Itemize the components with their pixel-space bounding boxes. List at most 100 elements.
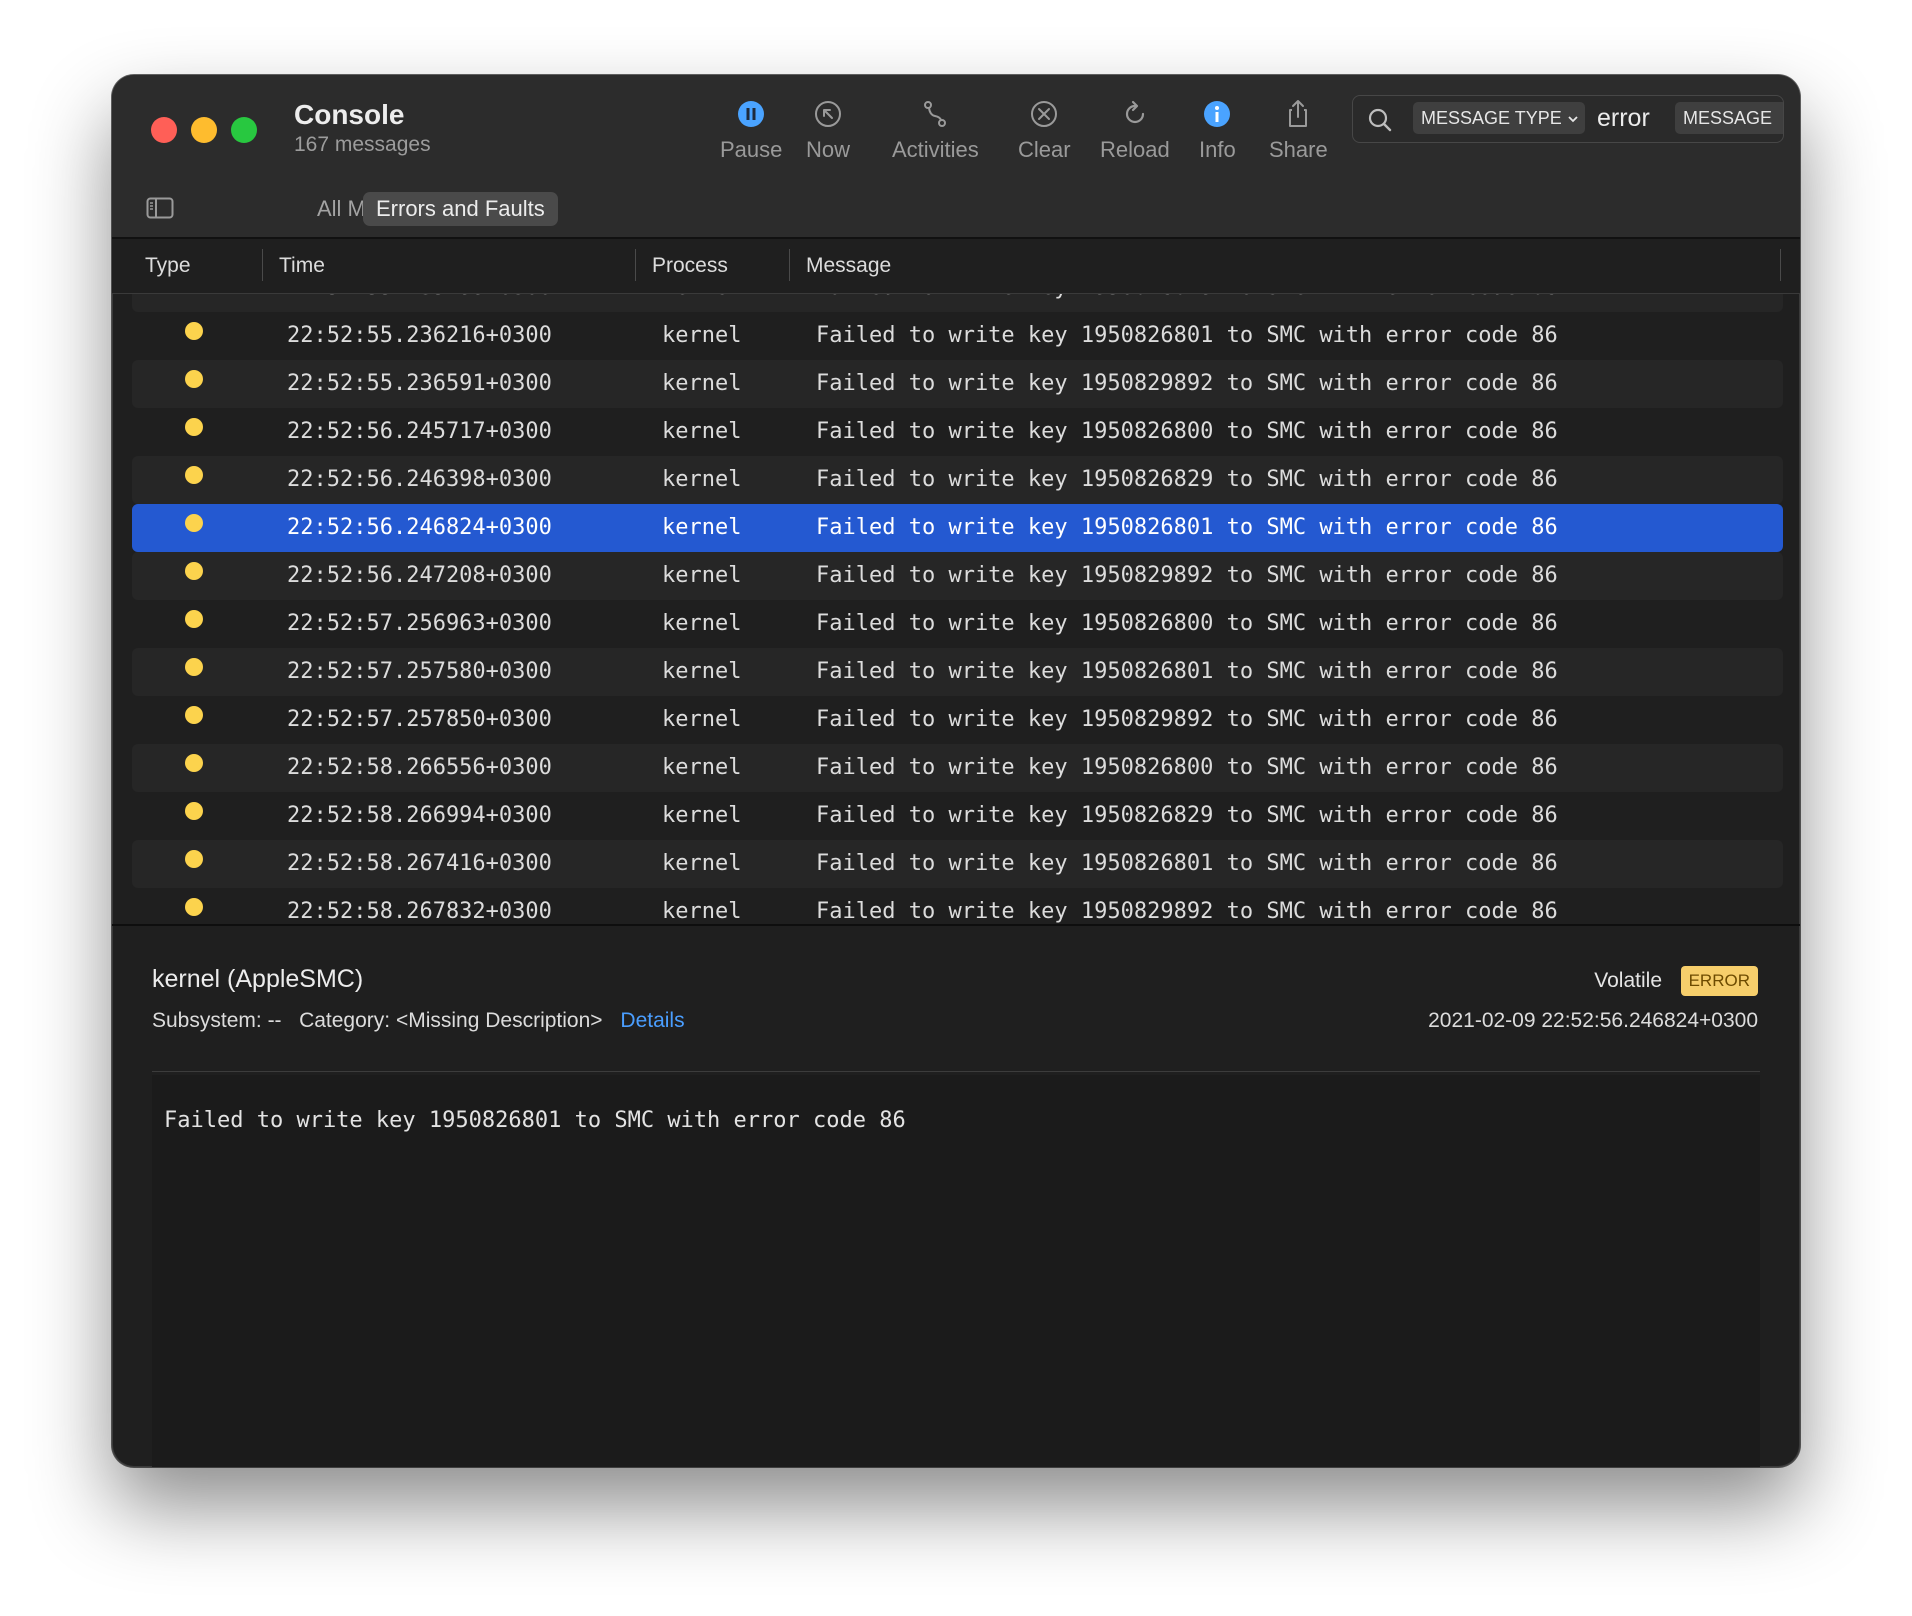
now-button[interactable]: Now <box>806 97 850 163</box>
share-label: Share <box>1269 137 1328 162</box>
category-value: <Missing Description> <box>395 1009 603 1032</box>
table-row[interactable]: 22:52:58.266994+0300 kernel Failed to writ… <box>132 792 1783 840</box>
row-message: Failed to write key 1950826800 to SMC wi… <box>816 611 1558 636</box>
minimize-button[interactable] <box>191 117 217 143</box>
now-icon <box>815 101 841 127</box>
column-message[interactable]: Message <box>806 239 891 293</box>
info-icon <box>1204 101 1231 127</box>
row-process: kernel <box>662 294 741 312</box>
error-badge: ERROR <box>1680 966 1758 996</box>
close-button[interactable] <box>151 117 177 143</box>
table-row[interactable]: 22:52:55.236216+0300 kernel Failed to writ… <box>132 312 1783 360</box>
row-time: 22:52:57.257580+0300 <box>287 659 552 684</box>
row-message: Failed to write key 1950826829 to SMC wi… <box>816 803 1558 828</box>
subsystem-label: Subsystem: <box>152 1009 262 1032</box>
row-time: 22:52:58.267416+0300 <box>287 851 552 876</box>
clear-icon <box>1031 101 1058 127</box>
message-type-token[interactable]: MESSAGE TYPE <box>1413 102 1585 134</box>
reload-label: Reload <box>1100 137 1170 162</box>
row-process: kernel <box>662 851 742 876</box>
table-row[interactable]: 22:52:57.256963+0300 kernel Failed to writ… <box>132 600 1783 648</box>
error-dot <box>185 850 203 868</box>
row-time: 22:52:57.256963+0300 <box>287 611 552 636</box>
message-list[interactable]: 22:52:55.235799+0300 kernel Failed to writ… <box>132 294 1783 924</box>
message-token[interactable]: MESSAGE <box>1675 102 1783 134</box>
table-row[interactable]: 22:52:55.235799+0300 kernel Failed to writ… <box>132 294 1783 312</box>
search-field[interactable]: MESSAGE TYPE error MESSAGE <box>1352 95 1784 143</box>
sidebar-icon[interactable] <box>146 196 174 220</box>
pause-label: Pause <box>720 137 783 162</box>
chevron-down-icon <box>1568 116 1578 123</box>
detail-title: kernel (AppleSMC) <box>152 965 364 993</box>
share-button[interactable]: Share <box>1269 97 1328 163</box>
table-row[interactable]: 22:52:58.266556+0300 kernel Failed to writ… <box>132 744 1783 792</box>
activities-button[interactable]: Activities <box>892 97 979 163</box>
table-row[interactable]: 22:52:58.267416+0300 kernel Failed to writ… <box>132 840 1783 888</box>
volatile-label: Volatile <box>1594 969 1662 992</box>
split-divider[interactable] <box>112 924 1800 926</box>
search-icon <box>1368 108 1392 132</box>
column-time[interactable]: Time <box>279 239 325 293</box>
row-time: 22:52:56.247208+0300 <box>287 563 552 588</box>
column-header: Type Time Process Message <box>112 239 1800 294</box>
table-row[interactable]: 22:52:56.246398+0300 kernel Failed to writ… <box>132 456 1783 504</box>
table-row-selected[interactable]: 22:52:56.246824+0300 kernel Failed to writ… <box>132 504 1783 552</box>
row-message: Failed to write key 1950826801 to SMC wi… <box>816 851 1558 876</box>
titlebar: Console 167 messages Pause Now Activitie… <box>112 75 1800 181</box>
row-time: 22:52:56.245717+0300 <box>287 419 552 444</box>
row-time: 22:52:56.246398+0300 <box>287 467 552 492</box>
details-link[interactable]: Details <box>620 1009 684 1032</box>
search-value[interactable]: error <box>1597 102 1650 134</box>
row-process: kernel <box>662 323 742 348</box>
table-row[interactable]: 22:52:55.236591+0300 kernel Failed to writ… <box>132 360 1783 408</box>
zoom-button[interactable] <box>231 117 257 143</box>
table-row[interactable]: 22:52:58.267832+0300 kernel Failed to writ… <box>132 888 1783 924</box>
error-dot <box>185 754 203 772</box>
clear-button[interactable]: Clear <box>1018 97 1071 163</box>
row-message: Failed to write key 1950829892 to SMC wi… <box>816 371 1558 396</box>
tab-errors-and-faults[interactable]: Errors and Faults <box>363 192 558 226</box>
error-dot <box>185 898 203 916</box>
message-count: 167 messages <box>294 133 431 156</box>
error-dot <box>185 610 203 628</box>
row-message: Failed to write key 1950826829 to SMC wi… <box>816 467 1558 492</box>
row-time: 22:52:58.266994+0300 <box>287 803 552 828</box>
activities-icon <box>924 101 947 127</box>
reload-button[interactable]: Reload <box>1100 97 1170 163</box>
error-dot <box>185 658 203 676</box>
pause-button[interactable]: Pause <box>720 97 782 163</box>
detail-divider <box>152 1071 1760 1072</box>
detail-meta: Subsystem: -- Category: <Missing Descrip… <box>152 1009 685 1033</box>
activities-label: Activities <box>892 137 979 162</box>
column-separator[interactable] <box>1780 249 1781 281</box>
error-dot <box>185 322 203 340</box>
row-process: kernel <box>662 611 742 636</box>
row-time: 22:52:56.246824+0300 <box>287 515 552 540</box>
row-process: kernel <box>662 899 742 924</box>
column-separator[interactable] <box>635 249 636 281</box>
row-time: 22:52:55.235799+0300 <box>287 294 552 312</box>
error-dot <box>185 706 203 724</box>
table-row[interactable]: 22:52:57.257580+0300 kernel Failed to writ… <box>132 648 1783 696</box>
info-button[interactable]: Info <box>1199 97 1236 163</box>
row-process: kernel <box>662 515 742 540</box>
column-type[interactable]: Type <box>145 239 191 293</box>
table-row[interactable]: 22:52:56.247208+0300 kernel Failed to writ… <box>132 552 1783 600</box>
column-process[interactable]: Process <box>652 239 728 293</box>
row-message: Failed to write key 1950829892 to SMC wi… <box>816 563 1558 588</box>
row-process: kernel <box>662 755 742 780</box>
category-label: Category: <box>299 1009 391 1032</box>
table-row[interactable]: 22:52:57.257850+0300 kernel Failed to writ… <box>132 696 1783 744</box>
now-label: Now <box>806 137 851 162</box>
column-separator[interactable] <box>789 249 790 281</box>
row-time: 22:52:57.257850+0300 <box>287 707 552 732</box>
row-time: 22:52:58.266556+0300 <box>287 755 552 780</box>
row-message: Failed to write key 1950829892 to SMC wi… <box>816 707 1558 732</box>
info-label: Info <box>1199 137 1236 162</box>
share-icon <box>1289 100 1308 127</box>
error-dot <box>185 562 203 580</box>
table-row[interactable]: 22:52:56.245717+0300 kernel Failed to writ… <box>132 408 1783 456</box>
column-separator[interactable] <box>262 249 263 281</box>
error-dot <box>185 418 203 436</box>
pause-icon <box>738 101 765 127</box>
